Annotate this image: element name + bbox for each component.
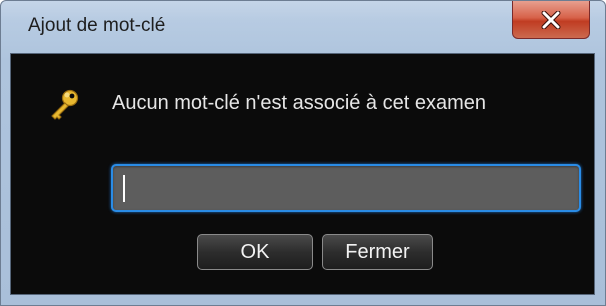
- ok-button[interactable]: OK: [197, 234, 313, 270]
- dialog-content: Aucun mot-clé n'est associé à cet examen…: [10, 53, 595, 295]
- close-button[interactable]: Fermer: [322, 234, 433, 270]
- close-window-button[interactable]: [512, 1, 590, 39]
- keyword-input[interactable]: [111, 164, 581, 212]
- no-keyword-message: Aucun mot-clé n'est associé à cet examen: [112, 92, 487, 114]
- text-caret: [123, 175, 125, 202]
- dialog-window: Ajout de mot-clé Aucun mot-clé n'est ass…: [0, 0, 606, 306]
- title-bar[interactable]: Ajout de mot-clé: [1, 1, 605, 53]
- window-title: Ajout de mot-clé: [28, 15, 166, 36]
- key-icon: [51, 89, 79, 120]
- close-x-icon: [541, 10, 561, 29]
